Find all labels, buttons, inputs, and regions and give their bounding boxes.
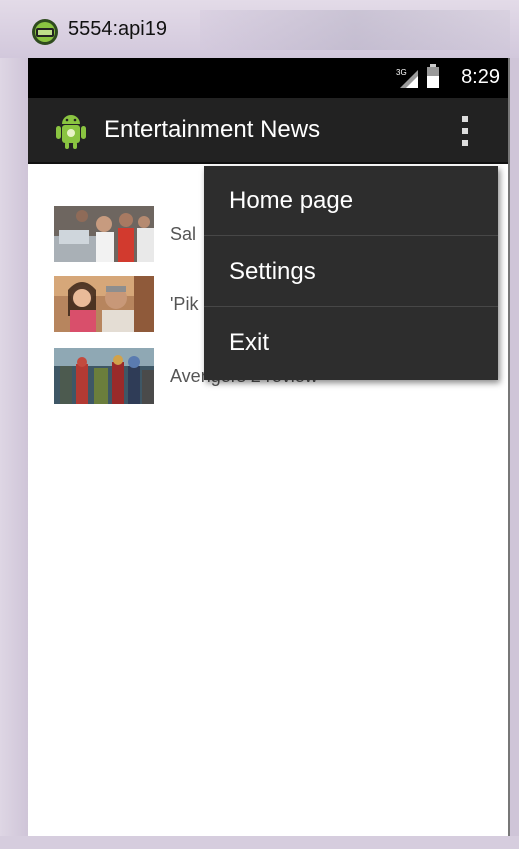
status-time: 8:29 — [461, 66, 500, 88]
window-bottom-frame — [0, 836, 519, 849]
menu-item-home-page[interactable]: Home page — [204, 166, 498, 236]
news-title: 'Pik — [170, 294, 199, 314]
emulator-android-icon — [32, 19, 58, 45]
action-bar: Entertainment News — [28, 98, 508, 164]
app-title: Entertainment News — [104, 116, 321, 143]
device-screen: 3G 8:29 Entertainment News Sal 'Pik Home… — [28, 58, 510, 836]
news-thumbnail-image — [54, 206, 154, 262]
news-title: Sal — [170, 224, 197, 244]
battery-icon — [427, 64, 439, 88]
blurred-background — [200, 10, 510, 50]
menu-item-settings[interactable]: Settings — [204, 237, 498, 307]
emulator-title-bar: 5554:api19 — [0, 0, 519, 58]
window-right-frame — [510, 58, 519, 849]
menu-item-exit[interactable]: Exit — [204, 308, 498, 378]
signal-icon: 3G — [396, 68, 418, 88]
overflow-menu-icon[interactable] — [458, 112, 472, 150]
emulator-window-title: 5554:api19 — [68, 18, 167, 40]
news-thumbnail-image — [54, 276, 154, 332]
news-thumbnail-image — [54, 348, 154, 404]
overflow-popup-menu: Home page Settings Exit — [204, 166, 498, 380]
status-bar: 3G 8:29 — [28, 58, 508, 98]
window-left-frame — [0, 58, 28, 849]
android-app-icon[interactable] — [54, 112, 88, 150]
svg-text:3G: 3G — [396, 68, 407, 77]
